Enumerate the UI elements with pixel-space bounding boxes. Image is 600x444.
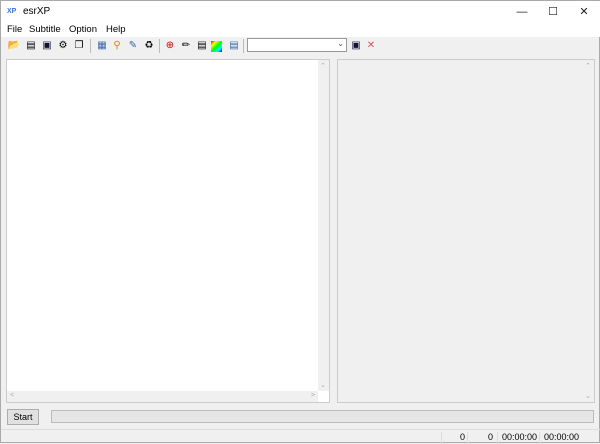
vertical-scrollbar[interactable]: ⌃ ⌄ (583, 60, 594, 402)
subtitle-list-pane[interactable]: ⌃ ⌄ < > (6, 59, 330, 403)
close-button[interactable]: ✕ (569, 1, 599, 23)
save-icon[interactable]: ▣ (40, 39, 54, 53)
window-title: esrXP (23, 6, 51, 17)
menu-subtitle[interactable]: Subtitle (29, 24, 61, 35)
vertical-scrollbar[interactable]: ⌃ ⌄ (318, 60, 329, 391)
status-bar: 0 0 00:00:00 00:00:00 (1, 429, 600, 444)
title-bar: XP esrXP — ☐ ✕ (1, 1, 600, 23)
edit-icon[interactable]: ✎ (126, 39, 140, 53)
status-count-2: 0 (467, 432, 493, 444)
save-icon[interactable]: ▣ (349, 39, 363, 53)
open-folder-icon[interactable]: 📂 (7, 39, 21, 53)
copy-icon[interactable]: ❐ (72, 39, 86, 53)
maximize-button[interactable]: ☐ (538, 1, 568, 23)
find-icon[interactable]: ⚲ (110, 39, 124, 53)
progress-bar (51, 410, 594, 423)
chevron-down-icon: ⌄ (337, 39, 344, 48)
menu-option[interactable]: Option (69, 24, 97, 35)
tool-icon[interactable]: ✏ (179, 39, 193, 53)
color-icon[interactable] (211, 41, 222, 52)
minimize-button[interactable]: — (507, 1, 537, 23)
start-button[interactable]: Start (7, 409, 39, 425)
status-time-1: 00:00:00 (497, 432, 537, 444)
close-x-icon[interactable]: ✕ (364, 39, 378, 53)
document-icon[interactable]: ▤ (195, 39, 209, 53)
settings-icon[interactable]: ⚙ (56, 39, 70, 53)
status-count-1: 0 (441, 432, 465, 444)
horizontal-scrollbar[interactable]: < > (7, 391, 318, 402)
menu-bar: File Subtitle Option Help (1, 23, 600, 37)
video-icon[interactable]: ▦ (95, 39, 109, 53)
trash-icon[interactable]: ♻ (142, 39, 156, 53)
status-time-2: 00:00:00 (539, 432, 579, 444)
app-icon: XP (7, 8, 17, 15)
menu-help[interactable]: Help (106, 24, 126, 35)
zoom-in-icon[interactable]: ⊕ (163, 39, 177, 53)
export-icon[interactable]: ▤ (227, 39, 241, 53)
preview-pane[interactable]: ⌃ ⌄ (337, 59, 595, 403)
menu-file[interactable]: File (7, 24, 22, 35)
subtitle-combo[interactable]: ⌄ (247, 38, 347, 52)
import-icon[interactable]: ▤ (24, 39, 38, 53)
